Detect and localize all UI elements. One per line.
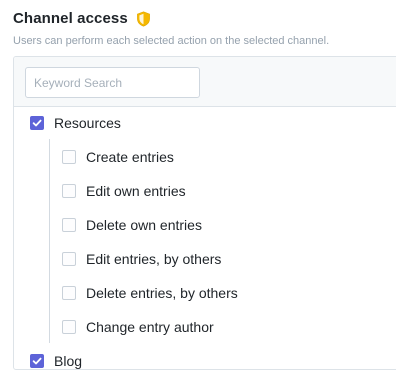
section-description: Users can perform each selected action o… [13,35,330,47]
permission-label: Delete own entries [86,217,202,233]
group-label: Resources [54,115,121,131]
permission-label: Edit own entries [86,183,186,199]
permission-row-edit-entries-by-others[interactable]: Edit entries, by others [62,248,221,270]
delete-entries-by-others-checkbox[interactable] [62,286,76,300]
resources-checkbox[interactable] [30,116,44,130]
permission-label: Change entry author [86,319,214,335]
delete-own-entries-checkbox[interactable] [62,218,76,232]
section-header: Channel access [13,10,151,27]
group-label: Blog [54,353,83,369]
edit-entries-by-others-checkbox[interactable] [62,252,76,266]
checkmark-icon [32,357,42,365]
panel-header [14,57,396,107]
permission-row-delete-entries-by-others[interactable]: Delete entries, by others [62,282,238,304]
permission-row-change-entry-author[interactable]: Change entry author [62,316,214,338]
permission-label: Create entries [86,149,174,165]
permission-row-delete-own-entries[interactable]: Delete own entries [62,214,202,236]
edit-own-entries-checkbox[interactable] [62,184,76,198]
change-entry-author-checkbox[interactable] [62,320,76,334]
checkmark-icon [32,119,42,127]
keyword-search-input[interactable] [25,67,200,98]
group-row-resources[interactable]: Resources [30,112,121,134]
permission-row-create-entries[interactable]: Create entries [62,146,174,168]
shield-icon [136,10,151,27]
permission-label: Delete entries, by others [86,285,238,301]
section-title: Channel access [13,10,128,27]
permission-label: Edit entries, by others [86,251,222,267]
group-row-blog[interactable]: Blog [30,350,82,372]
permission-row-edit-own-entries[interactable]: Edit own entries [62,180,186,202]
blog-checkbox[interactable] [30,354,44,368]
tree-connector-line [49,139,50,343]
create-entries-checkbox[interactable] [62,150,76,164]
